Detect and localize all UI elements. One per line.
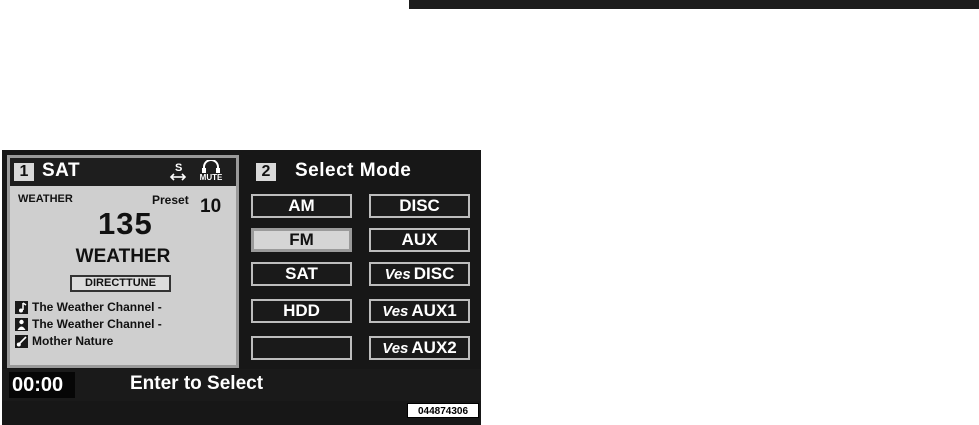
channel-name: WEATHER xyxy=(75,246,171,267)
select-mode-title: Select Mode xyxy=(295,160,412,181)
music-note-icon xyxy=(15,301,28,314)
panel-number: 2 xyxy=(256,163,276,181)
source-panel-header: 1 SAT S MUTE xyxy=(10,158,236,186)
song-title: The Weather Channel - xyxy=(32,300,162,314)
clock-display: 00:00 xyxy=(9,372,75,398)
mode-button-hdd[interactable]: HDD xyxy=(251,299,352,323)
source-panel: 1 SAT S MUTE WEATHER Preset 10 135 WEATH… xyxy=(7,155,239,368)
svg-text:S: S xyxy=(175,162,182,174)
mode-button-label: AUX xyxy=(401,230,438,249)
mode-button-label: HDD xyxy=(283,301,320,320)
preset-label: Preset xyxy=(152,193,189,207)
mode-button-label: SAT xyxy=(285,264,318,283)
mute-icon[interactable]: MUTE xyxy=(198,159,224,184)
mode-button-empty[interactable] xyxy=(251,336,352,360)
mode-button-label: FM xyxy=(289,230,314,249)
mode-button-sat[interactable]: SAT xyxy=(251,262,352,286)
mode-button-label: AM xyxy=(288,196,315,215)
mode-button-label: AUX2 xyxy=(411,338,457,357)
mode-button-aux[interactable]: AUX xyxy=(369,228,470,252)
artist-name: The Weather Channel - xyxy=(32,317,162,331)
top-rule xyxy=(409,0,979,9)
mode-button-label: AUX1 xyxy=(411,301,457,320)
panel-number: 1 xyxy=(14,163,34,181)
status-bar: 00:00 Enter to Select xyxy=(2,369,481,401)
source-title: SAT xyxy=(42,160,81,181)
mode-button-ves-disc[interactable]: Ves DISC xyxy=(369,262,470,286)
mode-button-ves-aux2[interactable]: Ves AUX2 xyxy=(369,336,470,360)
mode-button-label: DISC xyxy=(399,196,440,215)
mode-button-fm[interactable]: FM xyxy=(251,228,352,252)
image-code-label: 044874306 xyxy=(407,403,479,418)
mode-button-label: DISC xyxy=(413,264,455,283)
status-message: Enter to Select xyxy=(130,373,264,394)
mode-button-disc[interactable]: DISC xyxy=(369,194,470,218)
guitar-icon xyxy=(15,335,28,348)
category-label: WEATHER xyxy=(18,193,73,205)
mute-label: MUTE xyxy=(199,173,223,182)
ves-prefix: Ves xyxy=(382,303,409,320)
channel-number: 135 xyxy=(98,206,153,241)
preset-number: 10 xyxy=(200,196,222,217)
composer-name: Mother Nature xyxy=(32,334,114,348)
artist-icon xyxy=(15,318,28,331)
direct-tune-button[interactable]: DIRECTTUNE xyxy=(70,275,171,292)
mode-button-am[interactable]: AM xyxy=(251,194,352,218)
ves-prefix: Ves xyxy=(382,340,409,357)
mode-button-ves-aux1[interactable]: Ves AUX1 xyxy=(369,299,470,323)
shuffle-icon[interactable]: S xyxy=(169,161,187,183)
select-mode-header: 2 Select Mode xyxy=(250,158,478,186)
ves-prefix: Ves xyxy=(384,266,411,283)
radio-screen: 1 SAT S MUTE WEATHER Preset 10 135 WEATH… xyxy=(2,150,481,425)
